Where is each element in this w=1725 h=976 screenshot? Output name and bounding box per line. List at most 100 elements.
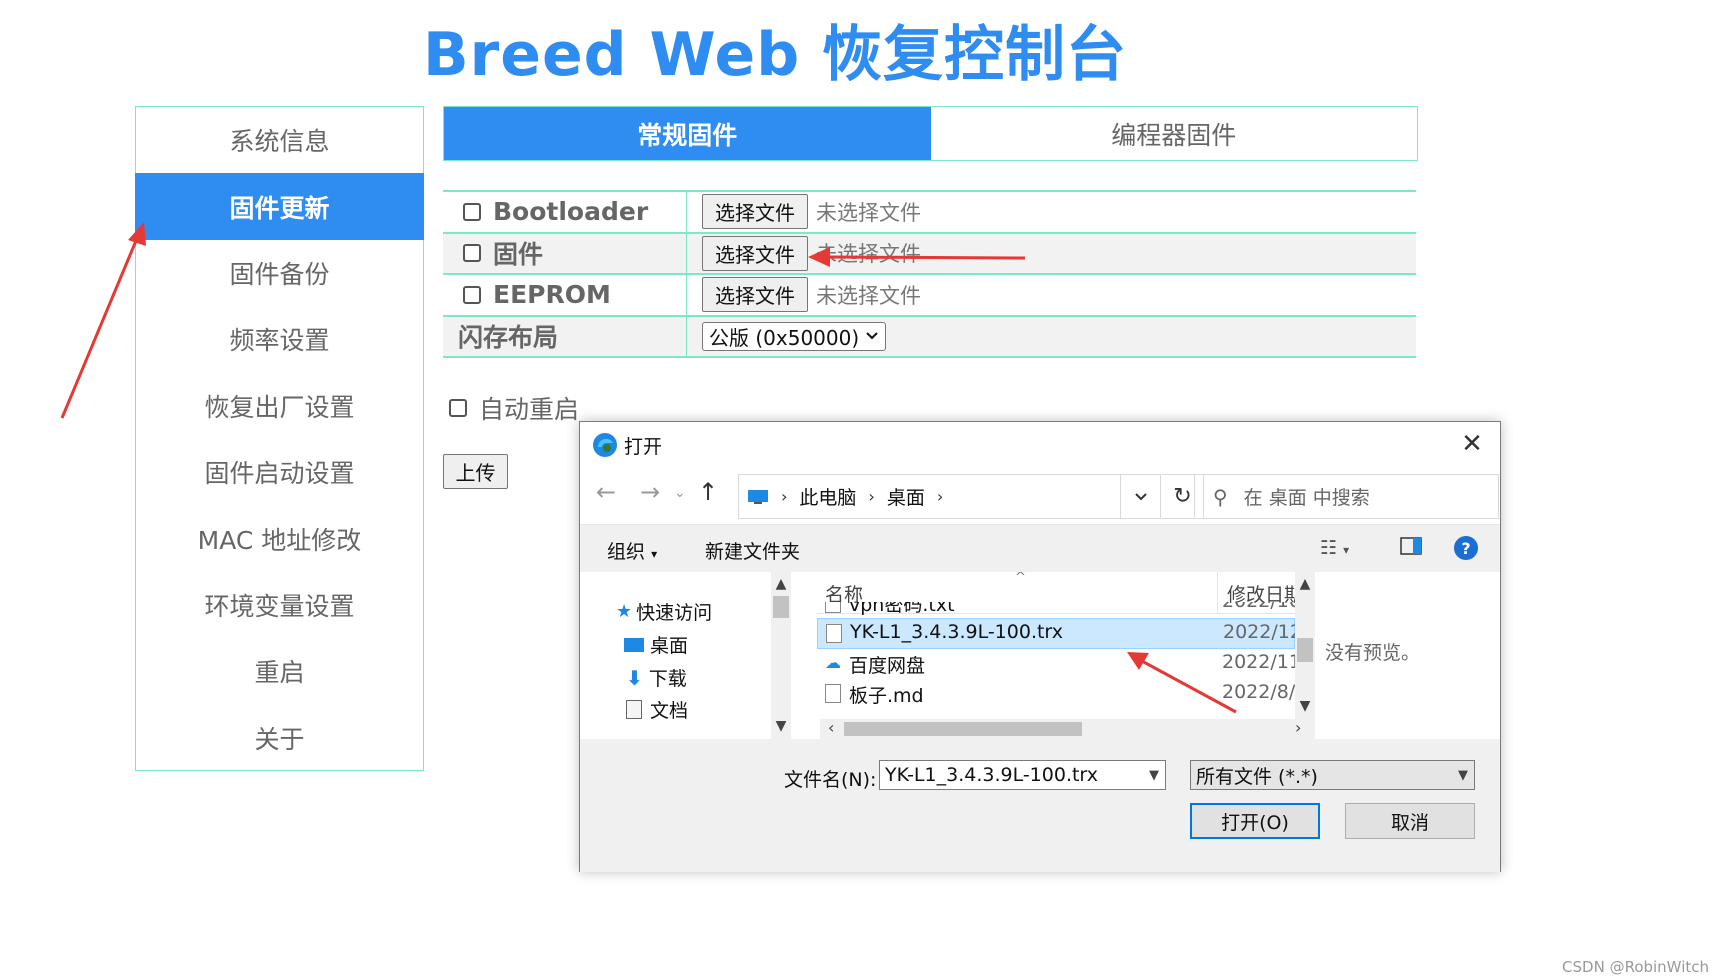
sort-caret-icon: ^ [1015,572,1026,585]
firmware-table: Bootloader 选择文件 未选择文件 固件 选择文件 未选择文件 EEPR… [443,190,1416,358]
sidebar-item-firmware-backup[interactable]: 固件备份 [136,240,423,306]
sidebar-item-firmware-update[interactable]: 固件更新 [135,173,424,240]
file-list-hscrollbar[interactable]: ‹ › [820,718,1315,739]
bootloader-checkbox[interactable] [463,202,481,221]
firmware-tabs: 常规固件 编程器固件 [443,106,1418,161]
address-dropdown-icon[interactable] [1121,474,1161,519]
open-button[interactable]: 打开(O) [1190,803,1320,839]
open-file-dialog: 打开 ✕ ← → ⌄ ↑ › 此电脑 › 桌面 › ↻ ⚲ 在 桌面 中搜索 组… [579,421,1501,872]
list-item[interactable]: vpn密码.txt 2022/10/ [817,602,1295,616]
preview-pane-icon[interactable] [1400,537,1422,560]
list-item[interactable]: 板子.md 2022/8/2 [817,678,1307,709]
baidu-netdisk-icon: ☁ [825,653,841,672]
flash-layout-select[interactable]: 公版 (0x50000) [702,321,887,351]
sidebar: 系统信息 固件更新 固件备份 频率设置 恢复出厂设置 固件启动设置 MAC 地址… [135,106,424,771]
dialog-nav-row: ← → ⌄ ↑ › 此电脑 › 桌面 › ↻ ⚲ 在 桌面 中搜索 [580,468,1500,524]
bootloader-choose-file-button[interactable]: 选择文件 [702,194,808,230]
tree-item-desktop[interactable]: 桌面 [624,631,688,658]
breadcrumb-desktop[interactable]: 桌面 [887,483,925,510]
breadcrumb-separator-icon: › [781,487,788,506]
dialog-titlebar: 打开 [580,422,1500,468]
new-folder-button[interactable]: 新建文件夹 [705,537,800,564]
monitor-icon [748,489,768,504]
close-icon[interactable]: ✕ [1458,429,1486,459]
scroll-thumb[interactable] [1297,638,1313,662]
filetype-select[interactable]: 所有文件 (*.*) ▼ [1190,760,1475,790]
chevron-down-icon [866,332,878,340]
organize-menu[interactable]: 组织 ▾ [607,537,657,564]
eeprom-choose-file-button[interactable]: 选择文件 [702,277,808,313]
sidebar-item-reboot[interactable]: 重启 [136,638,423,704]
view-options-icon[interactable]: ☷ ▾ [1320,537,1349,559]
file-list-scrollbar[interactable]: ▲ ▼ [1295,572,1315,719]
back-arrow-icon[interactable]: ← [596,478,616,506]
red-arrow-icon [60,222,146,419]
list-item-selected[interactable]: YK-L1_3.4.3.9L-100.trx 2022/12/ [817,618,1308,649]
table-row: Bootloader 选择文件 未选择文件 [443,192,1416,234]
scroll-left-icon[interactable]: ‹ [828,718,834,737]
recent-dropdown-icon[interactable]: ⌄ [674,485,686,501]
edge-browser-icon [593,433,617,457]
preview-text: 没有预览。 [1325,642,1421,664]
auto-reboot-label: 自动重启 [479,395,580,424]
scroll-right-icon[interactable]: › [1295,718,1301,737]
bootloader-label: Bootloader [493,197,649,227]
firmware-file-status: 未选择文件 [816,242,921,267]
tab-programmer-firmware[interactable]: 编程器固件 [931,107,1418,160]
sidebar-item-boot-settings[interactable]: 固件启动设置 [136,439,423,505]
tree-item-documents[interactable]: 文档 [626,696,688,723]
breadcrumb-separator-icon: › [936,487,944,506]
firmware-choose-file-button[interactable]: 选择文件 [702,235,808,271]
scroll-up-icon[interactable]: ▲ [771,576,791,592]
auto-reboot-option: 自动重启 [449,390,579,426]
table-row: 闪存布局 公版 (0x50000) [443,316,1416,358]
eeprom-file-status: 未选择文件 [816,283,921,308]
text-file-icon [825,602,841,613]
tree-item-quick-access[interactable]: ★ 快速访问 [616,598,712,625]
file-icon [826,624,842,643]
scroll-down-icon[interactable]: ▼ [771,718,791,734]
dialog-toolbar: 组织 ▾ 新建文件夹 ☷ ▾ ? [580,524,1500,572]
chevron-down-icon[interactable]: ▼ [1149,768,1159,783]
sidebar-item-env-vars[interactable]: 环境变量设置 [136,572,423,638]
sidebar-item-about[interactable]: 关于 [136,705,423,771]
preview-pane: 没有预览。 [1320,572,1500,739]
filename-input[interactable]: YK-L1_3.4.3.9L-100.trx ▼ [879,760,1166,790]
scroll-up-icon[interactable]: ▲ [1295,576,1315,592]
tab-regular-firmware[interactable]: 常规固件 [444,107,931,160]
tree-item-downloads[interactable]: ⬇ 下载 [626,664,687,691]
list-item[interactable]: ☁ 百度网盘 2022/11/ [817,648,1307,679]
scroll-thumb[interactable] [773,596,789,618]
sidebar-item-frequency[interactable]: 频率设置 [136,306,423,372]
download-arrow-icon: ⬇ [626,665,643,690]
address-bar[interactable]: › 此电脑 › 桌面 › [738,474,1121,519]
star-icon: ★ [616,601,633,622]
breadcrumb-this-pc[interactable]: 此电脑 [799,483,856,510]
cancel-button[interactable]: 取消 [1345,803,1475,839]
forward-arrow-icon[interactable]: → [640,478,660,506]
sidebar-item-factory-reset[interactable]: 恢复出厂设置 [136,373,423,439]
firmware-checkbox[interactable] [463,244,481,263]
auto-reboot-checkbox[interactable] [449,399,467,417]
flash-layout-value: 公版 (0x50000) [709,325,860,350]
page-title: Breed Web 恢复控制台 [422,20,1128,90]
flash-layout-label: 闪存布局 [443,316,687,356]
file-list: ^ 名称 修改日期 vpn密码.txt 2022/10/ YK-L1_3.4.3… [817,572,1315,739]
dialog-bottom: 文件名(N): YK-L1_3.4.3.9L-100.trx ▼ 所有文件 (*… [580,739,1500,872]
eeprom-checkbox[interactable] [463,285,481,304]
eeprom-label: EEPROM [493,280,611,310]
upload-button[interactable]: 上传 [443,454,508,489]
scroll-thumb[interactable] [844,722,1082,736]
document-icon [626,700,642,719]
firmware-label: 固件 [493,240,544,270]
scroll-down-icon[interactable]: ▼ [1295,698,1315,714]
search-input[interactable]: ⚲ 在 桌面 中搜索 [1194,474,1499,519]
search-placeholder: 在 桌面 中搜索 [1243,487,1370,509]
sidebar-item-mac-address[interactable]: MAC 地址修改 [136,505,423,571]
chevron-down-icon[interactable]: ▼ [1458,768,1468,783]
help-icon[interactable]: ? [1454,536,1478,560]
up-arrow-icon[interactable]: ↑ [698,478,718,506]
sidebar-item-system-info[interactable]: 系统信息 [136,107,423,173]
watermark: CSDN @RobinWitch [1562,958,1709,976]
tree-scrollbar[interactable]: ▲ ▼ [771,572,791,739]
